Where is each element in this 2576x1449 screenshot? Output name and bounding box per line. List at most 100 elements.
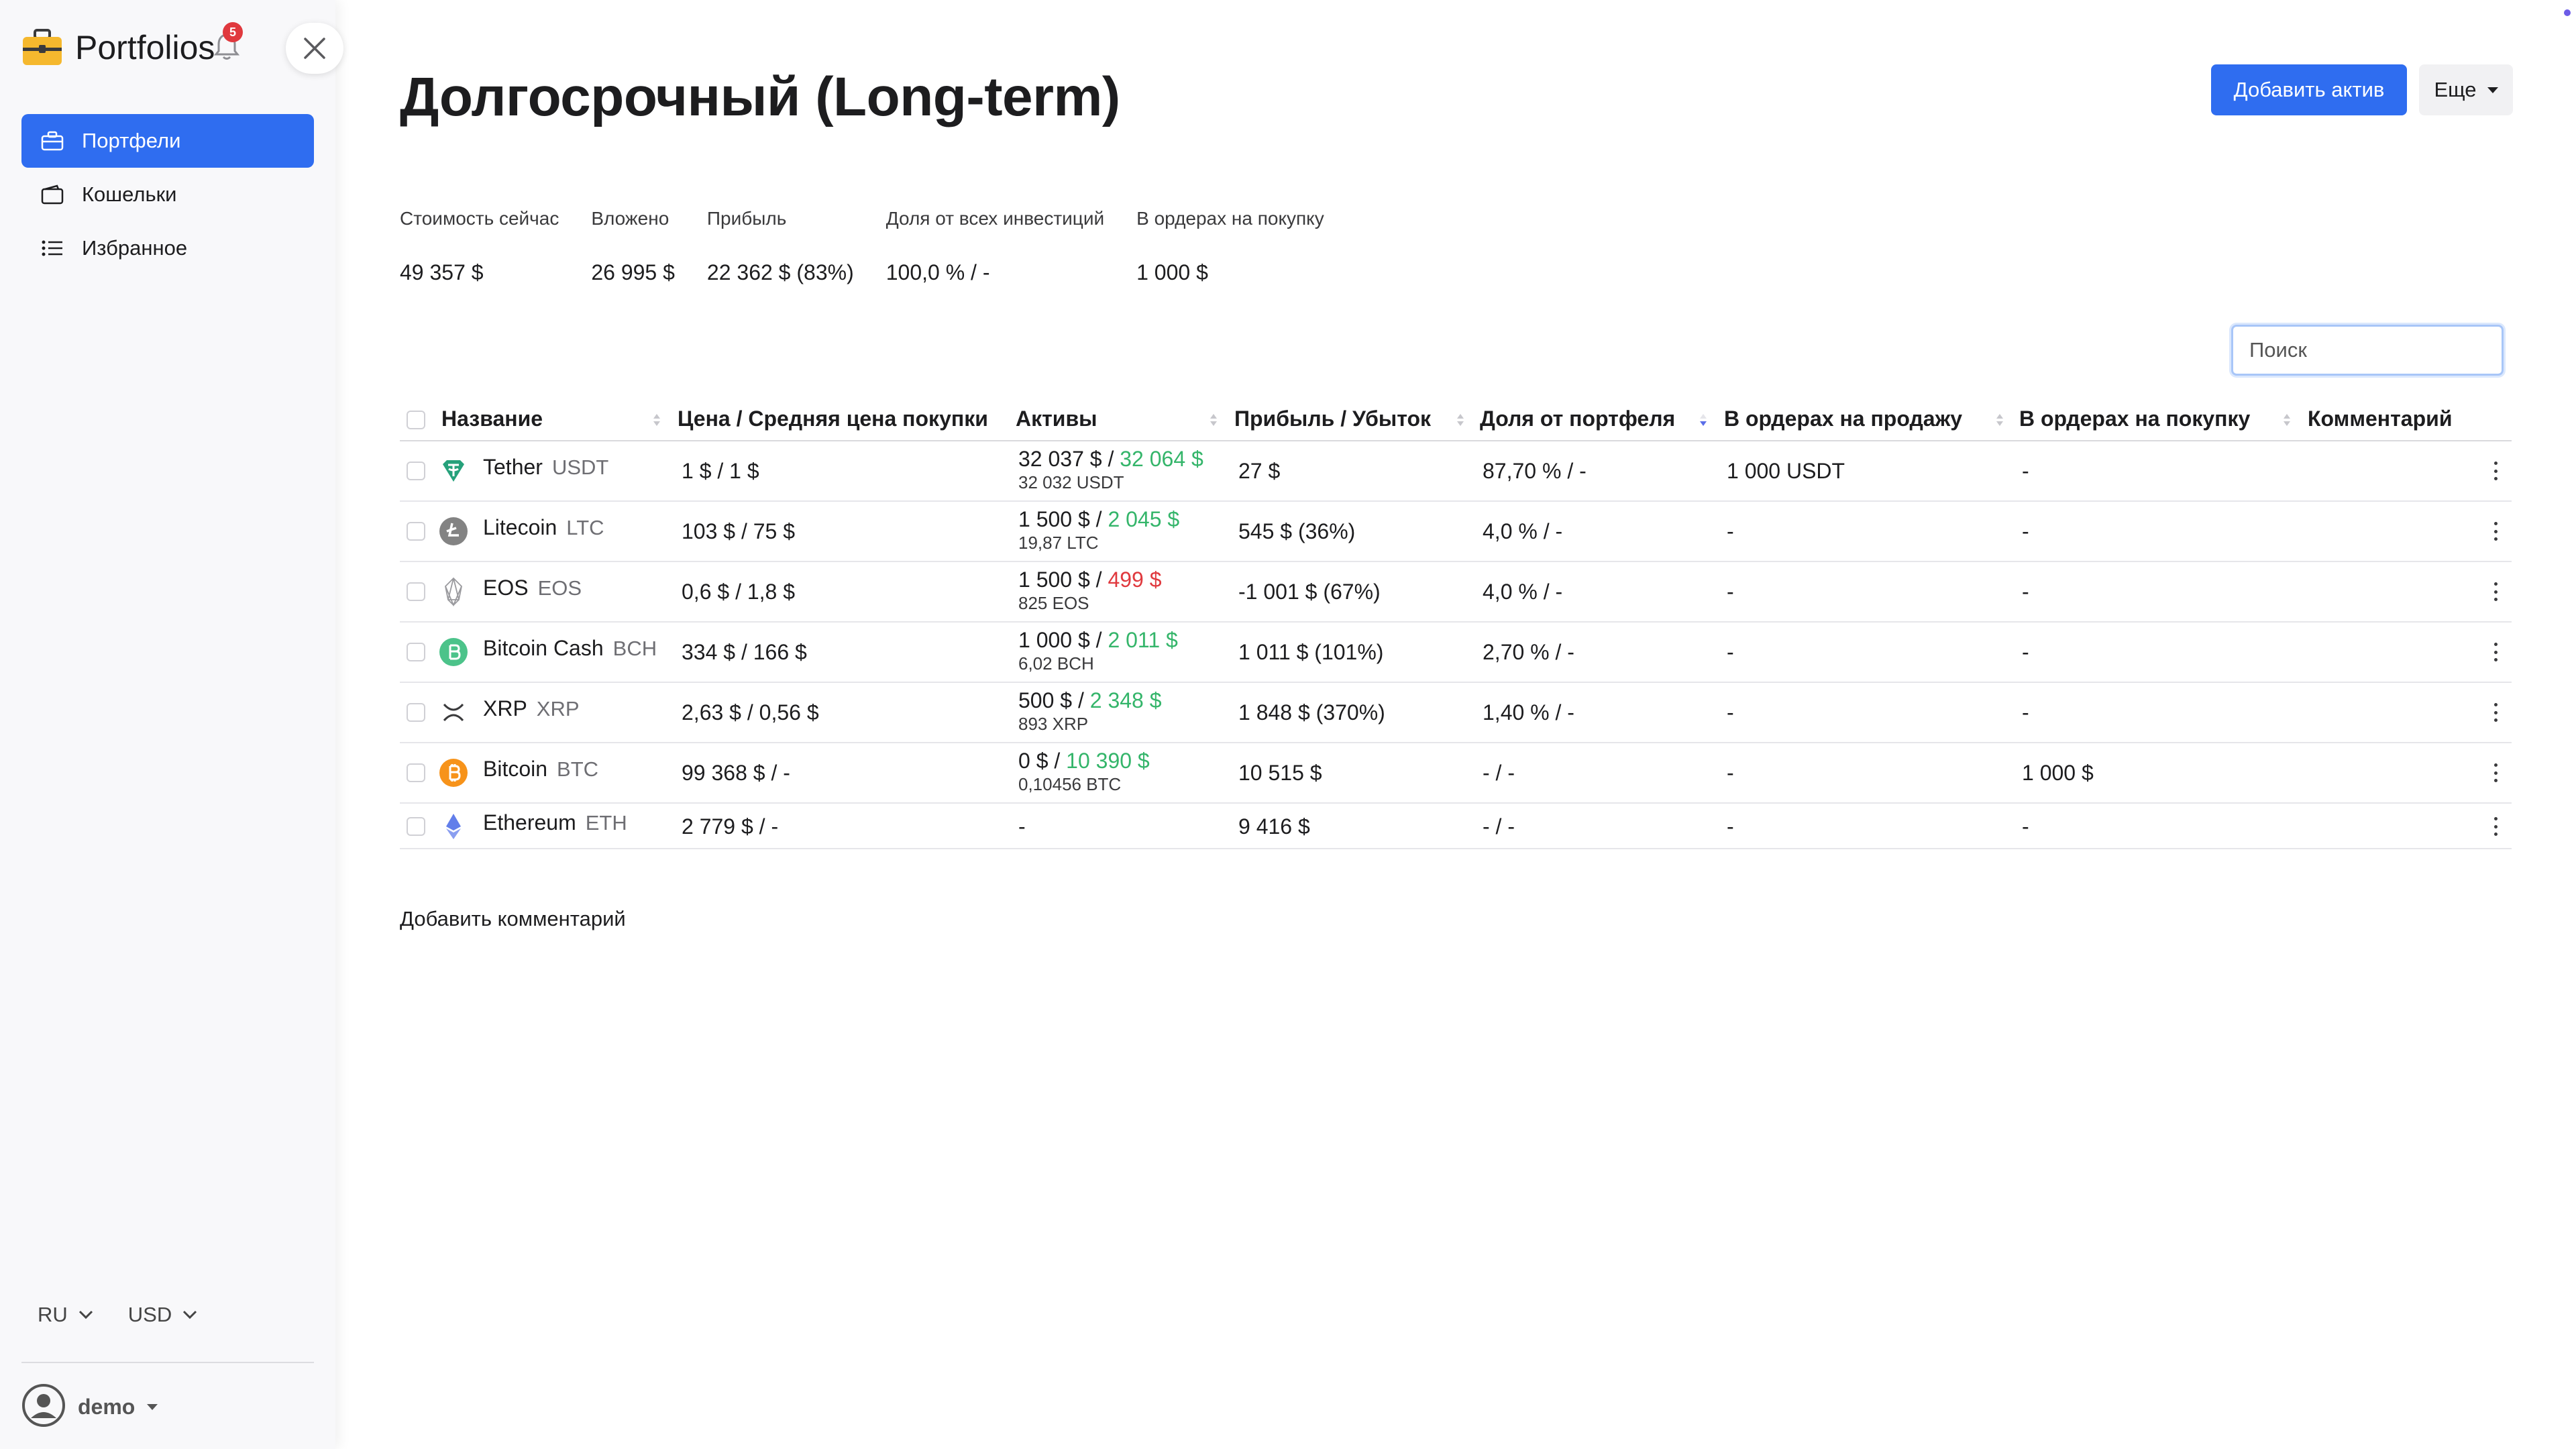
user-menu[interactable]: demo (21, 1383, 158, 1431)
caret-down-icon (147, 1404, 158, 1410)
column-header-name[interactable]: Название (441, 407, 543, 431)
column-header-price[interactable]: Цена / Средняя цена покупки (678, 407, 988, 431)
table-row[interactable]: Tether USDT 1 $ / 1 $ 32 037 $ / 32 064 $… (400, 441, 2512, 502)
asset-value-invested: 2 011 $ (1108, 628, 1178, 652)
more-label: Еще (2434, 78, 2477, 101)
asset-buy-orders: - (2022, 700, 2029, 724)
row-menu-icon[interactable] (2489, 639, 2502, 665)
row-checkbox[interactable] (407, 817, 425, 836)
asset-profit: -1 001 $ (67%) (1238, 580, 1381, 604)
table-row[interactable]: Bitcoin BTC 99 368 $ / - 0 $ / 10 390 $ 0… (400, 743, 2512, 804)
avatar (21, 1383, 66, 1431)
asset-sell-orders: - (1727, 814, 1734, 839)
stat-share: Доля от всех инвестиций 100,0 % / - (886, 208, 1104, 285)
asset-amount: 19,87 LTC (1018, 533, 1099, 553)
asset-share: - / - (1483, 761, 1515, 785)
sort-icon[interactable] (652, 412, 661, 428)
xrp-icon (439, 698, 468, 727)
row-checkbox[interactable] (407, 582, 425, 601)
table-row[interactable]: XRP XRP 2,63 $ / 0,56 $ 500 $ / 2 348 $ 8… (400, 683, 2512, 743)
row-menu-icon[interactable] (2489, 699, 2502, 726)
sidebar-item-favorites[interactable]: Избранное (21, 221, 314, 275)
table-row[interactable]: Bitcoin Cash BCH 334 $ / 166 $ 1 000 $ / … (400, 623, 2512, 683)
sort-desc-active-icon[interactable] (1699, 412, 1708, 428)
sidebar-item-label: Избранное (82, 236, 188, 260)
row-checkbox[interactable] (407, 522, 425, 541)
asset-ticker: ETH (585, 811, 627, 835)
asset-name-text: Bitcoin Cash (483, 636, 604, 660)
asset-share: 4,0 % / - (1483, 580, 1563, 604)
sidebar: Portfolios 5 Портфели Кошельки Избранное… (0, 0, 343, 1449)
table-row[interactable]: Litecoin LTC 103 $ / 75 $ 1 500 $ / 2 045… (400, 502, 2512, 562)
row-checkbox[interactable] (407, 763, 425, 782)
sort-icon[interactable] (1209, 412, 1218, 428)
row-checkbox[interactable] (407, 703, 425, 722)
select-all-checkbox[interactable] (407, 411, 425, 429)
stat-value: 49 357 $ (400, 260, 484, 284)
stat-value: 26 995 $ (591, 260, 675, 284)
column-header-sell-orders[interactable]: В ордерах на продажу (1724, 407, 1962, 431)
asset-profit: 1 848 $ (370%) (1238, 700, 1385, 724)
asset-name: Tether USDT (483, 455, 608, 480)
asset-name: EOS EOS (483, 576, 582, 600)
language-value: RU (38, 1303, 68, 1326)
sidebar-item-wallets[interactable]: Кошельки (21, 168, 314, 221)
column-header-profit[interactable]: Прибыль / Убыток (1234, 407, 1431, 431)
sort-icon[interactable] (1456, 412, 1465, 428)
column-header-assets[interactable]: Активы (1016, 407, 1097, 431)
column-header-comment[interactable]: Комментарий (2308, 407, 2452, 431)
column-header-share[interactable]: Доля от портфеля (1480, 407, 1675, 431)
row-menu-icon[interactable] (2489, 578, 2502, 605)
sort-icon[interactable] (1995, 412, 2004, 428)
main-content: Долгосрочный (Long-term) Добавить актив … (335, 0, 2576, 1449)
asset-share: - / - (1483, 814, 1515, 839)
asset-value-invested: 32 064 $ (1120, 447, 1203, 471)
column-header-buy-orders[interactable]: В ордерах на покупку (2019, 407, 2250, 431)
asset-name-text: XRP (483, 696, 527, 720)
caret-down-icon (2487, 87, 2498, 93)
asset-ticker: LTC (566, 516, 604, 539)
asset-sell-orders: - (1727, 761, 1734, 785)
brand[interactable]: Portfolios (21, 24, 215, 71)
add-comment-link[interactable]: Добавить комментарий (400, 907, 626, 931)
asset-amount: 32 032 USDT (1018, 472, 1124, 492)
chevron-down-icon (183, 1310, 197, 1320)
asset-price: 99 368 $ / - (682, 761, 790, 785)
assets-table: Название Цена / Средняя цена покупки Акт… (400, 400, 2512, 849)
row-checkbox[interactable] (407, 643, 425, 661)
asset-price: 0,6 $ / 1,8 $ (682, 580, 796, 604)
asset-name-text: Tether (483, 455, 543, 479)
asset-value-current: 500 $ / (1018, 688, 1090, 712)
table-header: Название Цена / Средняя цена покупки Акт… (400, 400, 2512, 441)
add-asset-button[interactable]: Добавить актив (2211, 64, 2407, 115)
currency-select[interactable]: USD (128, 1303, 197, 1327)
table-row[interactable]: Ethereum ETH 2 779 $ / - - 9 416 $ - / - … (400, 804, 2512, 849)
asset-buy-orders: - (2022, 580, 2029, 604)
more-dropdown-button[interactable]: Еще (2419, 64, 2513, 115)
status-dot (2564, 9, 2571, 16)
search-input[interactable] (2231, 325, 2504, 376)
asset-buy-orders: - (2022, 814, 2029, 839)
asset-buy-orders: 1 000 $ (2022, 761, 2094, 785)
asset-price: 2,63 $ / 0,56 $ (682, 700, 819, 724)
asset-name-text: EOS (483, 576, 529, 600)
sort-icon[interactable] (2282, 412, 2292, 428)
row-menu-icon[interactable] (2489, 518, 2502, 545)
bitcoin-cash-icon (439, 637, 468, 667)
row-menu-icon[interactable] (2489, 458, 2502, 484)
asset-sell-orders: - (1727, 580, 1734, 604)
asset-value: 1 000 $ / 2 011 $ (1018, 628, 1178, 653)
username: demo (78, 1395, 136, 1419)
table-row[interactable]: EOS EOS 0,6 $ / 1,8 $ 1 500 $ / 499 $ 825… (400, 562, 2512, 623)
asset-price: 1 $ / 1 $ (682, 459, 759, 483)
eos-icon (439, 577, 468, 607)
language-select[interactable]: RU (38, 1303, 93, 1327)
row-menu-icon[interactable] (2489, 759, 2502, 786)
stat-value: 1 000 $ (1136, 260, 1208, 284)
row-menu-icon[interactable] (2489, 813, 2502, 840)
sidebar-item-portfolios[interactable]: Портфели (21, 114, 314, 168)
bitcoin-icon (439, 758, 468, 788)
row-checkbox[interactable] (407, 462, 425, 480)
asset-ticker: EOS (537, 576, 582, 600)
close-sidebar-button[interactable] (286, 23, 343, 74)
